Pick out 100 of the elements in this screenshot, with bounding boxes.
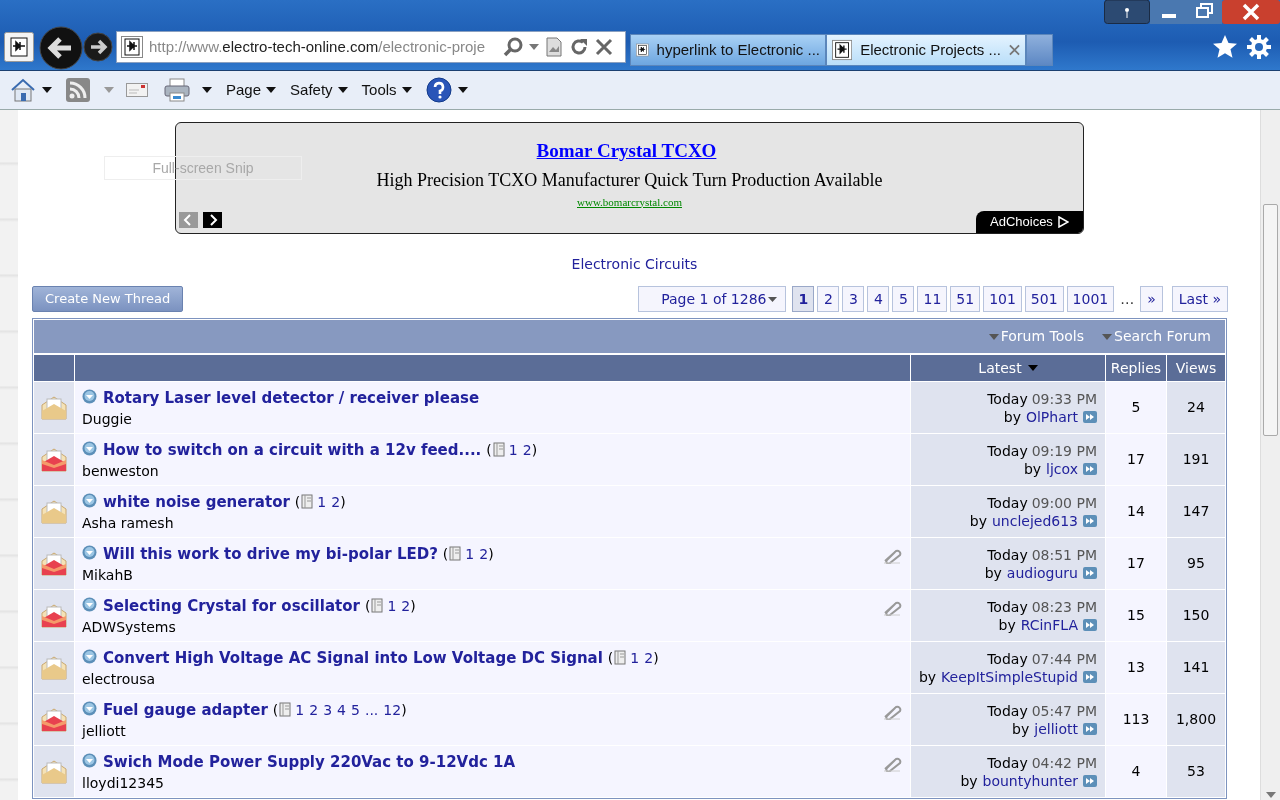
- thread-title-link[interactable]: white noise generator: [103, 491, 290, 514]
- back-button[interactable]: [39, 26, 83, 70]
- page-link[interactable]: 3: [842, 286, 865, 312]
- username-link[interactable]: KeepItSimpleStupid: [941, 667, 1078, 686]
- scrollbar-thumb[interactable]: [1263, 204, 1278, 436]
- page-link[interactable]: 1: [508, 440, 518, 461]
- caret-icon[interactable]: [457, 87, 468, 93]
- page-link[interactable]: 501: [1024, 286, 1064, 312]
- help-icon[interactable]: [425, 77, 452, 103]
- close-button[interactable]: [1222, 0, 1280, 24]
- thread-title-link[interactable]: Rotary Laser level detector / receiver please: [103, 387, 480, 410]
- scroll-down-arrow-icon[interactable]: [1266, 792, 1276, 798]
- preview-arrow-icon[interactable]: [82, 441, 97, 456]
- username-link[interactable]: ljcox: [1046, 459, 1078, 478]
- username-link[interactable]: jelliott: [1034, 719, 1078, 738]
- page-link[interactable]: 2: [817, 286, 840, 312]
- scrollbar[interactable]: [1260, 110, 1280, 800]
- page-link[interactable]: ...: [364, 700, 379, 721]
- preview-arrow-icon[interactable]: [82, 493, 97, 508]
- compatibility-view-icon[interactable]: [545, 37, 563, 57]
- minimize-button[interactable]: [1150, 0, 1188, 24]
- preview-arrow-icon[interactable]: [82, 545, 97, 560]
- page-link[interactable]: 2: [331, 492, 341, 513]
- mail-icon[interactable]: [126, 82, 148, 98]
- close-icon[interactable]: [1009, 44, 1020, 56]
- page-link[interactable]: 2: [522, 440, 532, 461]
- page-link[interactable]: 1: [465, 544, 475, 565]
- username-link[interactable]: audioguru: [1006, 563, 1078, 582]
- page-link[interactable]: 2: [401, 596, 411, 617]
- ad-url-link[interactable]: www.bomarcrystal.com: [577, 193, 682, 210]
- go-to-last-post-icon[interactable]: [1083, 514, 1097, 527]
- address-bar[interactable]: http://www.electro-tech-online.com/electronic-proje: [116, 31, 626, 63]
- page-link[interactable]: 11: [917, 286, 948, 312]
- thread-title-link[interactable]: Fuel gauge adapter: [103, 699, 268, 722]
- go-to-last-post-icon[interactable]: [1083, 566, 1097, 579]
- go-to-last-post-icon[interactable]: [1083, 670, 1097, 683]
- browser-tab[interactable]: hyperlink to Electronic ...: [630, 34, 826, 66]
- page-link[interactable]: 1: [792, 286, 815, 312]
- go-to-last-post-icon[interactable]: [1083, 618, 1097, 631]
- next-page-link[interactable]: »: [1140, 286, 1163, 312]
- preview-arrow-icon[interactable]: [82, 649, 97, 664]
- thread-title-link[interactable]: Convert High Voltage AC Signal into Low Voltage DC Signal: [103, 647, 603, 670]
- thread-title-link[interactable]: How to switch on a circuit with a 12v feed....: [103, 439, 482, 462]
- thread-title-link[interactable]: Will this work to drive my bi-polar LED?: [103, 543, 438, 566]
- caret-icon[interactable]: [42, 87, 52, 93]
- last-post-time: 08:23 PM: [1031, 597, 1097, 616]
- page-link[interactable]: 1: [317, 492, 327, 513]
- settings-icon[interactable]: [1246, 34, 1272, 60]
- views-count: 150: [1167, 590, 1225, 641]
- sort-column-header[interactable]: Latest: [911, 355, 1105, 381]
- preview-arrow-icon[interactable]: [82, 597, 97, 612]
- page-link[interactable]: 2: [479, 544, 489, 565]
- feed-icon[interactable]: [66, 78, 90, 102]
- page-link[interactable]: 3: [323, 700, 333, 721]
- by-label: by: [969, 511, 987, 530]
- refresh-icon[interactable]: [569, 37, 589, 57]
- caret-icon[interactable]: [202, 87, 212, 93]
- home-icon[interactable]: [10, 78, 36, 102]
- page-link[interactable]: 4: [867, 286, 890, 312]
- favorites-star-icon[interactable]: [1212, 34, 1238, 60]
- username-link[interactable]: unclejed613: [991, 511, 1078, 530]
- page-link[interactable]: 1001: [1066, 286, 1115, 312]
- page-link[interactable]: 5: [351, 700, 360, 721]
- go-to-last-post-icon[interactable]: [1083, 462, 1097, 475]
- preview-arrow-icon[interactable]: [82, 389, 97, 404]
- page-link[interactable]: 5: [892, 286, 915, 312]
- thread-title-link[interactable]: Selecting Crystal for oscillator: [103, 595, 360, 618]
- printer-icon[interactable]: [164, 78, 190, 102]
- restore-button[interactable]: [1188, 0, 1222, 24]
- username-link[interactable]: OlPhart: [1025, 407, 1078, 426]
- page-link[interactable]: 101: [983, 286, 1022, 312]
- forward-button[interactable]: [83, 32, 113, 62]
- browser-tab[interactable]: Electronic Projects ...: [826, 34, 1026, 66]
- page-link[interactable]: 12: [383, 700, 402, 721]
- go-to-last-post-icon[interactable]: [1083, 774, 1097, 787]
- page-menu[interactable]: Page 1 of 1286: [638, 286, 787, 312]
- page-link[interactable]: 1: [630, 648, 640, 669]
- stop-icon[interactable]: [595, 38, 613, 56]
- page-link[interactable]: 2: [309, 700, 319, 721]
- page-link[interactable]: 2: [644, 648, 654, 669]
- last-page-link[interactable]: Last »: [1171, 286, 1228, 312]
- page-link[interactable]: 1: [295, 700, 305, 721]
- username-link[interactable]: bountyhunter: [982, 771, 1078, 790]
- go-to-last-post-icon[interactable]: [1083, 722, 1097, 735]
- menu-button[interactable]: Tools: [361, 78, 412, 102]
- username-link[interactable]: RCinFLA: [1020, 615, 1078, 634]
- preview-arrow-icon[interactable]: [82, 753, 97, 768]
- page-link[interactable]: 1: [387, 596, 397, 617]
- go-to-last-post-icon[interactable]: [1083, 410, 1097, 423]
- pin-icon[interactable]: [1104, 0, 1150, 24]
- menu-button[interactable]: Safety: [290, 78, 348, 102]
- menu-button[interactable]: Page: [226, 78, 277, 102]
- page-link[interactable]: 51: [950, 286, 981, 312]
- search-icon[interactable]: [503, 37, 523, 57]
- ad-title-link[interactable]: Bomar Crystal TCXO: [536, 137, 717, 166]
- adchoices-badge[interactable]: AdChoices: [976, 211, 1083, 233]
- last-post-time: 09:19 PM: [1031, 441, 1097, 460]
- thread-title-link[interactable]: Swich Mode Power Supply 220Vac to 9-12Vdc 1A: [103, 751, 516, 774]
- page-link[interactable]: 4: [337, 700, 346, 721]
- preview-arrow-icon[interactable]: [82, 701, 97, 716]
